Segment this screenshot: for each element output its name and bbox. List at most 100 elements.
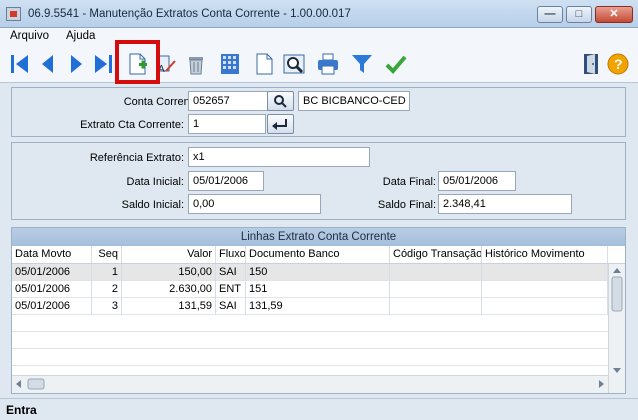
first-icon [11,55,28,73]
extrato-field[interactable]: 1 [188,114,266,134]
toolbar: A ? [0,46,638,83]
data-movto-cell: 05/01/2006 [12,264,92,281]
fluxo-cell: ENT [216,281,246,298]
confirm-button[interactable] [384,52,408,76]
valor-cell: 131,59 [122,298,216,315]
close-icon: ✕ [609,8,619,20]
saldo-inicial-label: Saldo Inicial: [121,199,184,211]
empty-row[interactable] [12,349,608,366]
documento-cell: 150 [246,264,390,281]
lines-grid: Linhas Extrato Conta Corrente Data Movto… [11,227,626,394]
data-movto-cell: 05/01/2006 [12,298,92,315]
search-conta-button[interactable] [267,91,294,111]
app-icon [6,7,21,21]
detail-panel: Referência Extrato: x1 Data Inicial: 05/… [11,142,626,220]
first-record-button[interactable] [8,52,32,76]
valor-cell: 150,00 [122,264,216,281]
column-header[interactable]: Histórico Movimento [482,246,608,263]
documento-cell: 131,59 [246,298,390,315]
saldo-final-label: Saldo Final: [377,199,436,211]
column-header[interactable]: Data Movto [12,246,92,263]
grid-caption: Linhas Extrato Conta Corrente [12,228,625,246]
maximize-button[interactable]: □ [566,6,592,23]
vertical-scrollbar[interactable] [608,264,625,393]
document-icon [256,53,273,75]
help-icon: ? [607,53,629,75]
seq-cell: 3 [92,298,122,315]
saldo-inicial-field[interactable]: 0,00 [188,194,321,214]
empty-row[interactable] [12,315,608,332]
data-final-label: Data Final: [382,176,436,188]
conta-corrente-field[interactable]: 052657 [188,91,274,111]
historico-cell [482,264,608,281]
seq-cell: 1 [92,264,122,281]
previous-icon [42,55,53,73]
next-record-button[interactable] [64,52,88,76]
data-final-field[interactable]: 05/01/2006 [438,171,516,191]
last-record-button[interactable] [92,52,116,76]
menu-arquivo[interactable]: Arquivo [10,30,49,42]
historico-cell [482,281,608,298]
new-record-highlight [115,40,160,84]
menu-ajuda[interactable]: Ajuda [66,30,95,42]
scrollbar-arrows-icon [16,378,604,390]
conta-corrente-label: Conta Corrente: [123,96,202,108]
filter-button[interactable] [350,52,374,76]
print-button[interactable] [316,52,340,76]
close-button[interactable]: ✕ [595,6,633,23]
valor-cell: 2.630,00 [122,281,216,298]
search-icon [274,95,287,108]
calculator-button[interactable] [218,52,242,76]
minimize-icon: — [544,8,556,20]
saldo-final-field[interactable]: 2.348,41 [438,194,572,214]
table-row[interactable]: 05/01/2006 2 2.630,00 ENT 151 [12,281,608,298]
last-icon [95,55,112,73]
column-header[interactable]: Valor [122,246,216,263]
conta-corrente-description: BC BICBANCO-CED [298,91,410,111]
minimize-button[interactable]: — [537,6,563,23]
calculator-icon [221,54,239,74]
table-row[interactable]: 05/01/2006 3 131,59 SAI 131,59 [12,298,608,315]
exit-button[interactable] [580,52,604,76]
referencia-label: Referência Extrato: [89,152,184,164]
data-inicial-field[interactable]: 05/01/2006 [188,171,264,191]
documento-cell: 151 [246,281,390,298]
codigo-cell [390,281,482,298]
data-inicial-label: Data Inicial: [126,176,184,188]
document-button[interactable] [252,52,276,76]
confirm-icon [385,55,407,74]
menu-bar: Arquivo Ajuda [0,28,638,46]
zoom-icon [283,54,305,74]
extrato-label: Extrato Cta Corrente: [80,119,184,131]
horizontal-scrollbar[interactable] [12,375,608,393]
scrollbar-arrows-icon [611,268,623,373]
column-header[interactable]: Código Transação [390,246,482,263]
exit-door-icon [584,54,598,74]
title-bar: 06.9.5541 - Manutenção Extratos Conta Co… [0,0,638,28]
data-movto-cell: 05/01/2006 [12,281,92,298]
enter-icon [272,119,287,130]
window-title: 06.9.5541 - Manutenção Extratos Conta Co… [28,8,351,20]
fluxo-cell: SAI [216,298,246,315]
filter-icon [352,55,372,73]
help-button[interactable]: ? [606,52,630,76]
referencia-field[interactable]: x1 [188,147,370,167]
header-panel: Conta Corrente: 052657 BC BICBANCO-CED E… [11,87,626,137]
status-text: Entra [6,403,37,417]
delete-record-button[interactable] [184,52,208,76]
next-icon [71,55,82,73]
fluxo-cell: SAI [216,264,246,281]
status-bar: Entra [0,398,638,420]
previous-record-button[interactable] [36,52,60,76]
table-row[interactable]: 05/01/2006 1 150,00 SAI 150 [12,264,608,281]
zoom-button[interactable] [282,52,306,76]
column-header[interactable]: Seq [92,246,122,263]
historico-cell [482,298,608,315]
column-header[interactable]: Fluxo [216,246,246,263]
codigo-cell [390,298,482,315]
enter-button[interactable] [267,114,294,134]
empty-row[interactable] [12,332,608,349]
svg-text:?: ? [614,56,623,72]
column-header[interactable]: Documento Banco [246,246,390,263]
delete-icon [189,57,203,75]
